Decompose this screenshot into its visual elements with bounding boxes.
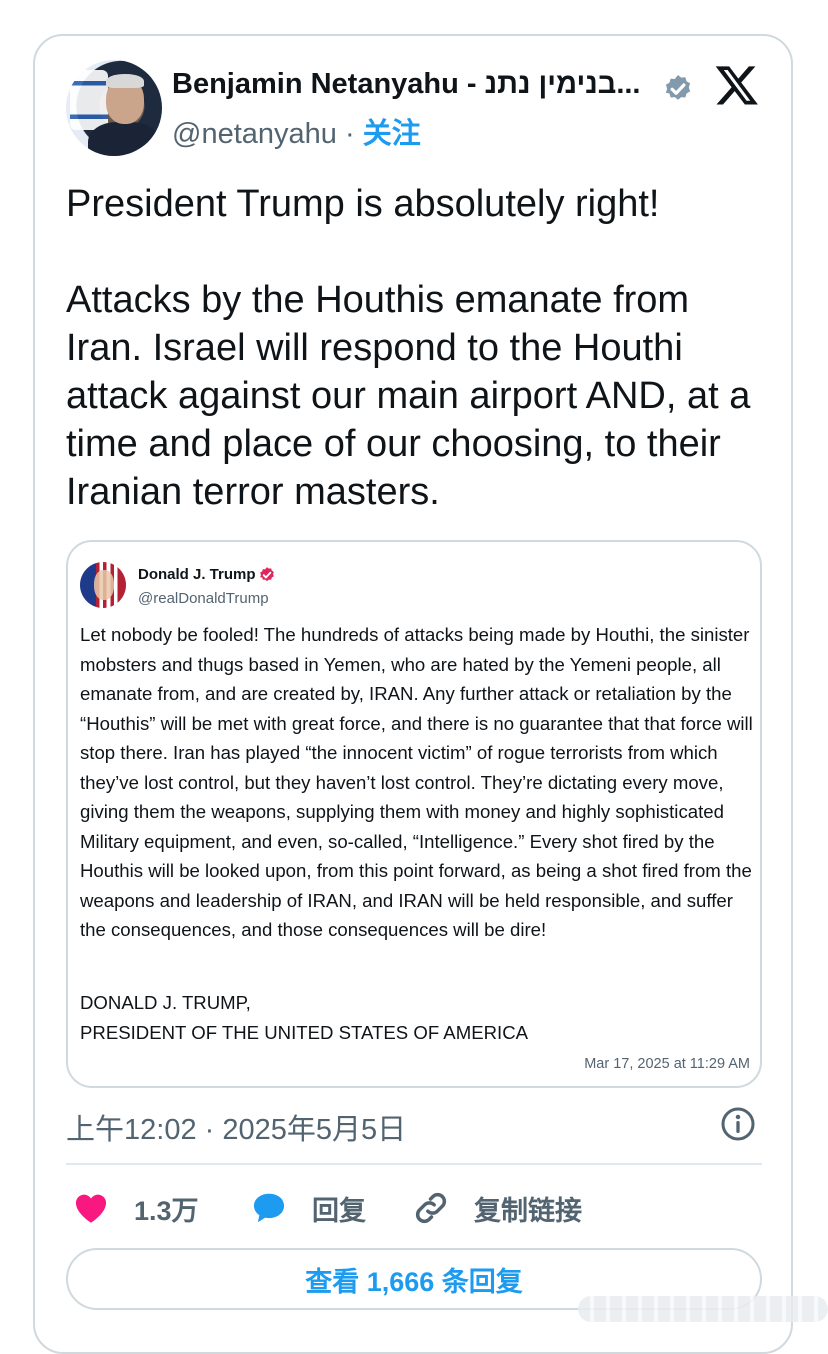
post-timestamp[interactable]: 上午12:02 · 2025年5月5日: [66, 1106, 406, 1148]
separator-dot: ·: [344, 118, 355, 150]
x-logo-icon[interactable]: [714, 62, 760, 108]
reply-button[interactable]: 回复: [250, 1180, 366, 1236]
link-icon: [415, 1192, 447, 1224]
watermark: [578, 1296, 828, 1322]
quote-timestamp: Mar 17, 2025 at 11:29 AM: [584, 1056, 750, 1072]
divider: [66, 1163, 762, 1165]
author-name[interactable]: Benjamin Netanyahu - בנימין נתנ...: [172, 68, 652, 101]
like-button[interactable]: 1.3万: [72, 1180, 199, 1236]
reply-bubble-icon: [253, 1193, 285, 1223]
quote-author-avatar[interactable]: [80, 562, 126, 608]
quote-author-name[interactable]: Donald J. Trump: [138, 566, 256, 583]
like-count: 1.3万: [134, 1195, 199, 1226]
author-avatar[interactable]: [66, 60, 162, 156]
quote-body-text: Let nobody be fooled! The hundreds of at…: [80, 624, 753, 940]
follow-button[interactable]: 关注: [363, 118, 421, 150]
author-handle-row: @netanyahu · 关注: [172, 110, 421, 152]
copy-link-label: 复制链接: [474, 1195, 582, 1226]
signature-name: DONALD J. TRUMP,: [80, 992, 251, 1013]
signature-title: PRESIDENT OF THE UNITED STATES OF AMERIC…: [80, 1021, 529, 1043]
info-icon[interactable]: [720, 1106, 756, 1142]
reply-label: 回复: [312, 1195, 366, 1226]
quote-author-handle[interactable]: @realDonaldTrump: [138, 590, 269, 607]
quoted-post[interactable]: Donald J. Trump @realDonaldTrump Let nob…: [66, 540, 762, 1088]
heart-icon: [75, 1194, 107, 1223]
action-bar: 1.3万 回复 复制链接: [66, 1180, 762, 1236]
verified-badge-icon: [665, 75, 691, 100]
quote-signature: DONALD J. TRUMP, PRESIDENT OF THE UNITED…: [80, 988, 528, 1047]
tweet-text: President Trump is absolutely right! Att…: [66, 183, 751, 513]
verified-badge-icon: [260, 567, 274, 582]
copy-link-button[interactable]: 复制链接: [412, 1180, 582, 1236]
author-handle[interactable]: @netanyahu: [172, 118, 337, 150]
